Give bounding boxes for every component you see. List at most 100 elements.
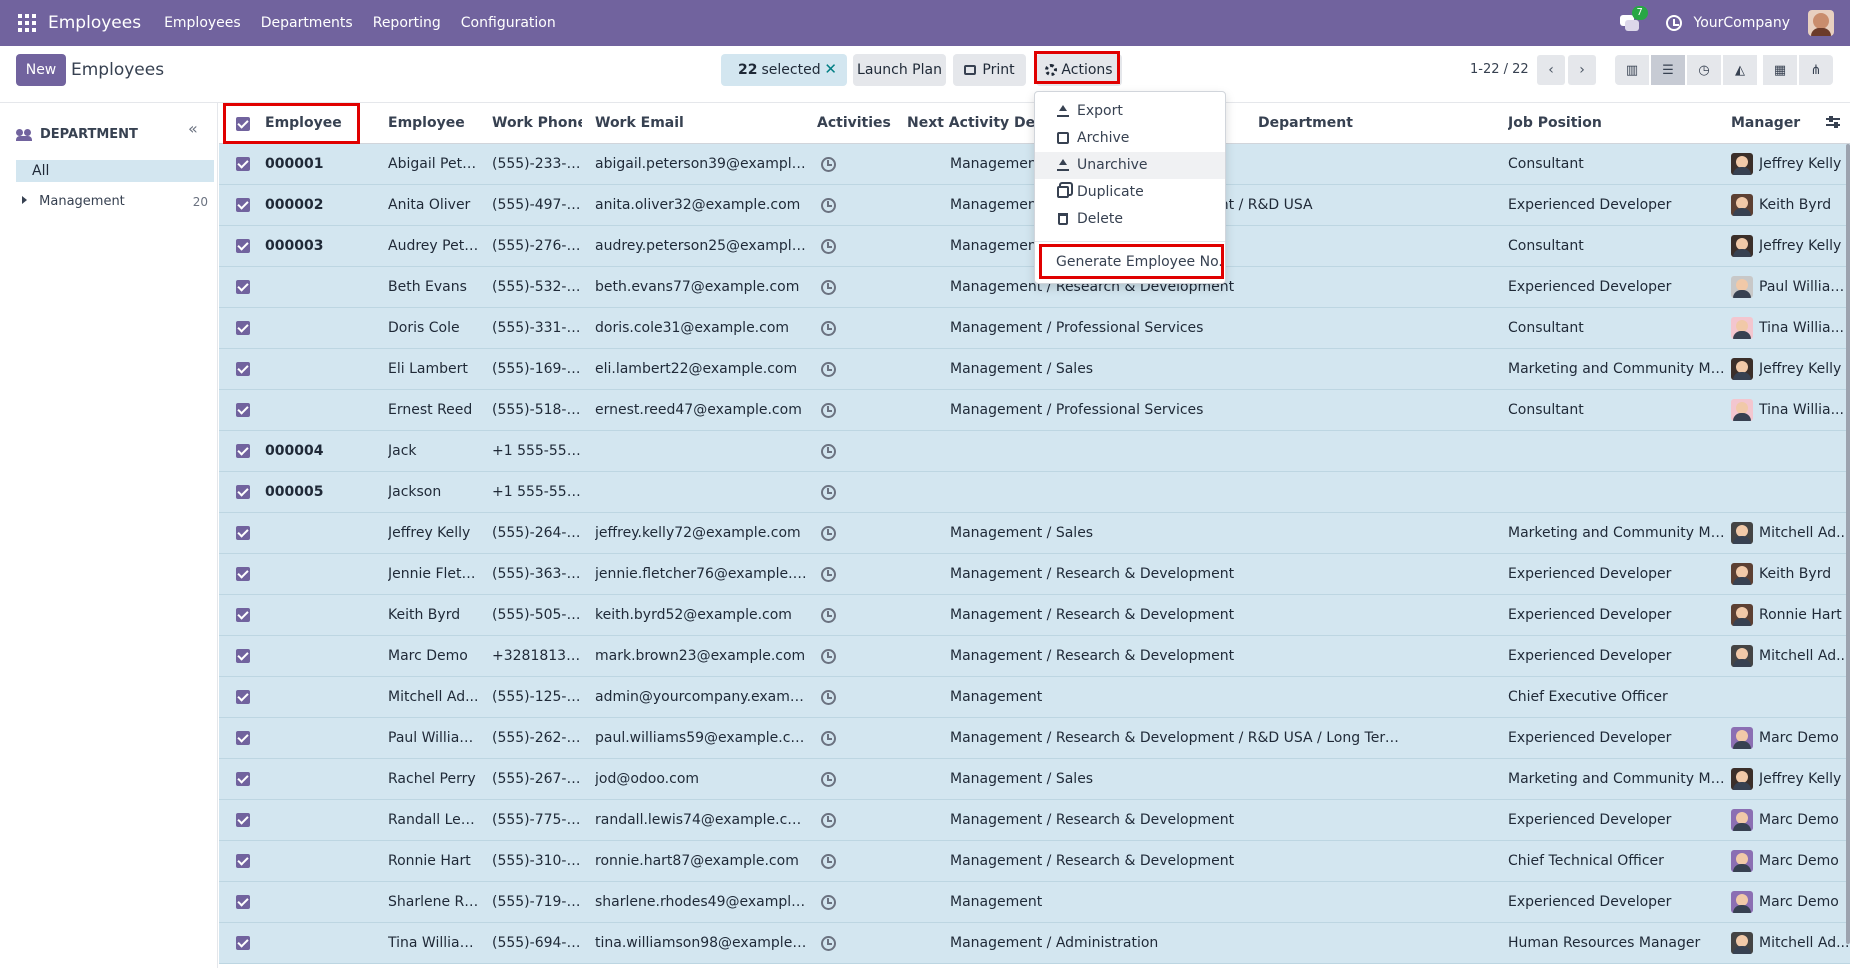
activity-clock-icon[interactable] (821, 649, 836, 664)
row-checkbox[interactable] (236, 854, 250, 868)
clear-selection-icon[interactable]: ✕ (824, 60, 837, 78)
table-row[interactable]: Keith Byrd (555)-505-5... keith.byrd52@exa… (219, 595, 1850, 636)
hierarchy-view-icon[interactable]: ⋔ (1799, 55, 1833, 85)
column-next-activity-deadline[interactable]: Next Activity Dea... (907, 115, 1037, 131)
launch-plan-button[interactable]: Launch Plan (853, 54, 946, 86)
menu-reporting[interactable]: Reporting (373, 15, 441, 31)
graph-view-icon[interactable]: ◭ (1723, 55, 1757, 85)
row-checkbox[interactable] (236, 526, 250, 540)
table-row[interactable]: 000004 Jack +1 555-555-... (219, 431, 1850, 472)
collapse-sidebar-icon[interactable]: « (188, 119, 198, 138)
table-row[interactable]: Ernest Reed (555)-518-8... ernest.reed47@e… (219, 390, 1850, 431)
row-checkbox[interactable] (236, 280, 250, 294)
row-checkbox[interactable] (236, 690, 250, 704)
activity-clock-icon[interactable] (821, 198, 836, 213)
activity-clock-icon[interactable] (821, 280, 836, 295)
row-checkbox[interactable] (236, 239, 250, 253)
sidebar-item-management[interactable]: Management 20 (16, 191, 208, 213)
vertical-scrollbar[interactable] (1846, 144, 1850, 944)
row-checkbox[interactable] (236, 485, 250, 499)
activity-clock-icon[interactable] (1665, 15, 1682, 31)
table-row[interactable]: Sharlene Rh... (555)-719-4... sharlene.rho… (219, 882, 1850, 923)
menu-item-unarchive[interactable]: Unarchive (1035, 152, 1225, 179)
row-checkbox[interactable] (236, 567, 250, 581)
activity-clock-icon[interactable] (821, 772, 836, 787)
column-manager[interactable]: Manager (1731, 115, 1811, 131)
table-row[interactable]: Marc Demo +3281813700 mark.brown23@example… (219, 636, 1850, 677)
row-checkbox[interactable] (236, 936, 250, 950)
activity-clock-icon[interactable] (821, 608, 836, 623)
manager-avatar (1731, 153, 1753, 175)
row-checkbox[interactable] (236, 362, 250, 376)
row-checkbox[interactable] (236, 731, 250, 745)
pivot-view-icon[interactable]: ▦ (1763, 55, 1797, 85)
menu-employees[interactable]: Employees (164, 15, 241, 31)
activity-view-icon[interactable]: ◷ (1687, 55, 1721, 85)
table-row[interactable]: Jeffrey Kelly (555)-264-7... jeffrey.kelly… (219, 513, 1850, 554)
table-row[interactable]: Rachel Perry (555)-267-3... jod@odoo.com Ma… (219, 759, 1850, 800)
row-checkbox[interactable] (236, 649, 250, 663)
activity-clock-icon[interactable] (821, 813, 836, 828)
table-row[interactable]: Eli Lambert (555)-169-1... eli.lambert22@e… (219, 349, 1850, 390)
pager-previous-icon[interactable]: ‹ (1537, 55, 1565, 85)
activity-clock-icon[interactable] (821, 567, 836, 582)
row-checkbox[interactable] (236, 321, 250, 335)
activity-clock-icon[interactable] (821, 157, 836, 172)
row-checkbox[interactable] (236, 608, 250, 622)
activity-clock-icon[interactable] (821, 239, 836, 254)
activity-clock-icon[interactable] (821, 854, 836, 869)
menu-item-duplicate[interactable]: Duplicate (1035, 179, 1225, 206)
pager-next-icon[interactable]: › (1568, 55, 1596, 85)
row-checkbox[interactable] (236, 813, 250, 827)
column-job-position[interactable]: Job Position (1508, 115, 1628, 131)
row-checkbox[interactable] (236, 403, 250, 417)
column-work-phone[interactable]: Work Phone (492, 115, 582, 131)
new-button[interactable]: New (16, 54, 66, 86)
company-switcher[interactable]: YourCompany (1694, 15, 1791, 31)
row-checkbox[interactable] (236, 198, 250, 212)
table-row[interactable]: Doris Cole (555)-331-5... doris.cole31@exa… (219, 308, 1850, 349)
row-checkbox[interactable] (236, 157, 250, 171)
kanban-view-icon[interactable]: ▥ (1615, 55, 1649, 85)
table-row[interactable]: Ronnie Hart (555)-310-7... ronnie.hart87@e… (219, 841, 1850, 882)
table-row[interactable]: Tina William... (555)-694-7... tina.willia… (219, 923, 1850, 964)
expand-caret-icon[interactable] (22, 196, 27, 204)
table-row[interactable]: Paul Williams (555)-262-1... paul.williams… (219, 718, 1850, 759)
app-brand[interactable]: Employees (48, 13, 141, 33)
activity-clock-icon[interactable] (821, 321, 836, 336)
menu-configuration[interactable]: Configuration (461, 15, 556, 31)
activity-clock-icon[interactable] (821, 690, 836, 705)
table-row[interactable]: Mitchell Ad... (555)-125-2... admin@yourco… (219, 677, 1850, 718)
activity-clock-icon[interactable] (821, 895, 836, 910)
table-row[interactable]: Jennie Fletc... (555)-363-8... jennie.flet… (219, 554, 1850, 595)
pager-value[interactable]: 1-22 / 22 (1470, 62, 1529, 77)
row-checkbox[interactable] (236, 895, 250, 909)
column-department[interactable]: Department (1258, 115, 1358, 131)
activity-clock-icon[interactable] (821, 485, 836, 500)
activity-clock-icon[interactable] (821, 731, 836, 746)
activity-clock-icon[interactable] (821, 936, 836, 951)
column-work-email[interactable]: Work Email (595, 115, 695, 131)
menu-item-archive[interactable]: Archive (1035, 125, 1225, 152)
apps-grid-icon[interactable] (18, 14, 36, 32)
activity-clock-icon[interactable] (821, 403, 836, 418)
table-row[interactable]: Randall Lewis (555)-775-6... randall.lewis… (219, 800, 1850, 841)
sidebar-item-all[interactable]: All (16, 160, 214, 182)
user-avatar[interactable] (1808, 10, 1834, 36)
column-employee-name[interactable]: Employee N... (388, 115, 470, 131)
column-activities[interactable]: Activities (817, 115, 897, 131)
messaging-icon[interactable]: 7 (1619, 6, 1648, 31)
table-row[interactable]: 000005 Jackson +1 555-555-... (219, 472, 1850, 513)
optional-columns-icon[interactable] (1826, 116, 1840, 128)
row-checkbox[interactable] (236, 772, 250, 786)
row-checkbox[interactable] (236, 444, 250, 458)
print-button[interactable]: Print (953, 54, 1026, 86)
cell-work-email: anita.oliver32@example.com (595, 197, 801, 213)
activity-clock-icon[interactable] (821, 362, 836, 377)
activity-clock-icon[interactable] (821, 526, 836, 541)
list-view-icon[interactable]: ☰ (1651, 55, 1685, 85)
menu-departments[interactable]: Departments (261, 15, 353, 31)
menu-item-delete[interactable]: Delete (1035, 206, 1225, 233)
activity-clock-icon[interactable] (821, 444, 836, 459)
menu-item-export[interactable]: Export (1035, 98, 1225, 125)
